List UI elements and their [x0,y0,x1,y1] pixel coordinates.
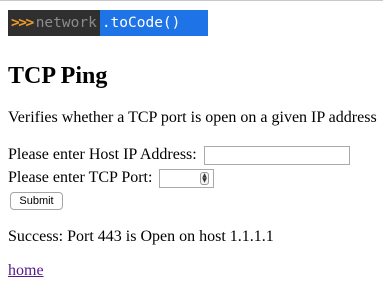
tcp-port-label: Please enter TCP Port: [8,169,153,186]
logo-tocode-text: .toCode() [99,10,208,36]
logo-network-text: network [35,15,97,31]
ip-address-label: Please enter Host IP Address: [8,146,197,163]
ip-address-input[interactable] [204,146,350,165]
networktocode-logo: >>> network .toCode() [8,10,208,36]
home-link[interactable]: home [8,261,44,281]
tcp-port-input[interactable]: ▲ ▼ [159,169,214,188]
top-divider [0,0,383,1]
logo-arrows-icon: >>> [11,15,34,31]
spinner-down-icon[interactable]: ▼ [201,178,208,184]
submit-button[interactable]: Submit [10,192,63,210]
page-title: TCP Ping [8,63,108,89]
page-description: Verifies whether a TCP port is open on a… [8,109,377,126]
port-spinner-icon[interactable]: ▲ ▼ [200,172,209,185]
result-message: Success: Port 443 is Open on host 1.1.1.… [8,228,274,245]
